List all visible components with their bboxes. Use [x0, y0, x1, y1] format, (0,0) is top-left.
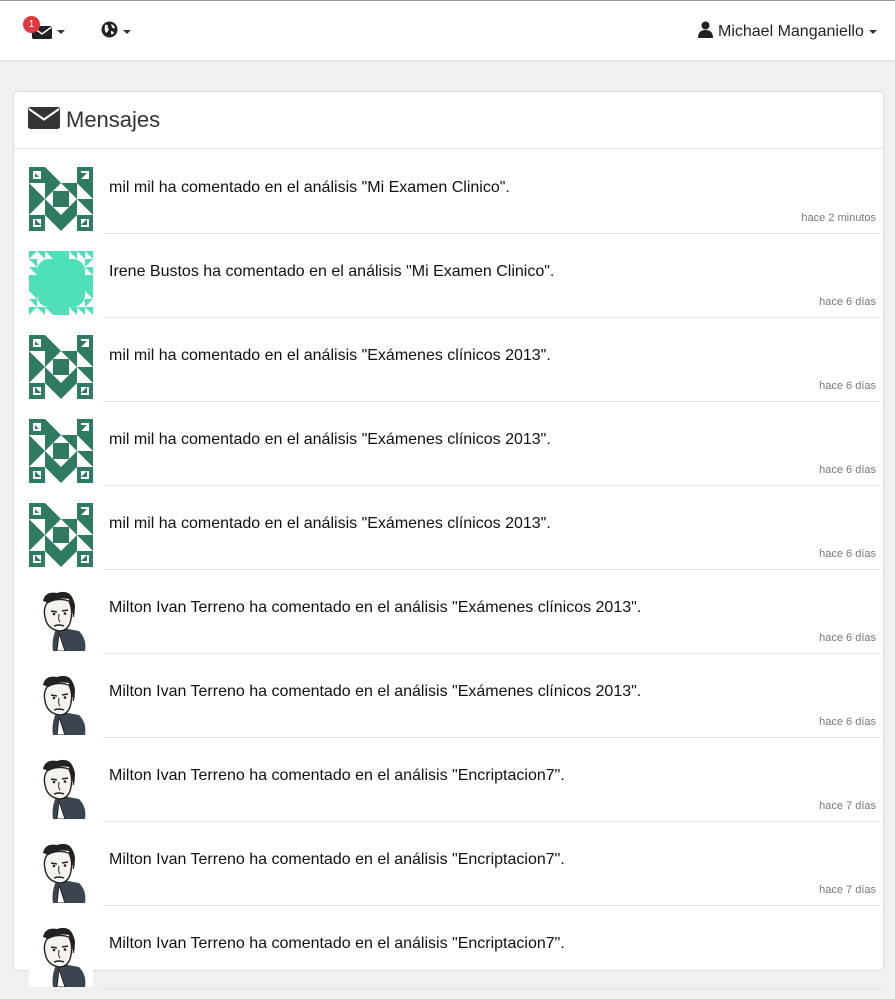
avatar — [29, 503, 93, 567]
user-menu-dropdown[interactable]: Michael Manganiello — [698, 19, 877, 45]
message-body: Milton Ivan Terreno ha comentado en el a… — [103, 831, 881, 906]
avatar — [29, 671, 93, 736]
message-timestamp: hace 6 días — [819, 296, 876, 308]
avatar — [29, 839, 93, 904]
message-timestamp: hace 6 días — [819, 716, 876, 728]
message-item[interactable]: Milton Ivan Terreno ha comentado en el a… — [29, 579, 881, 663]
message-text[interactable]: Milton Ivan Terreno ha comentado en el a… — [109, 599, 641, 617]
message-body: Milton Ivan Terreno ha comentado en el a… — [103, 915, 881, 990]
message-timestamp: hace 7 días — [819, 884, 876, 896]
unread-count-badge: 1 — [23, 16, 40, 33]
message-timestamp: hace 7 días — [819, 800, 876, 812]
globe-icon — [101, 21, 118, 43]
message-text[interactable]: Irene Bustos ha comentado en el análisis… — [109, 263, 554, 281]
message-body: Irene Bustos ha comentado en el análisis… — [103, 243, 881, 318]
message-body: Milton Ivan Terreno ha comentado en el a… — [103, 747, 881, 822]
message-timestamp: hace 6 días — [819, 380, 876, 392]
message-item[interactable]: Milton Ivan Terreno ha comentado en el a… — [29, 831, 881, 915]
page-title: Mensajes — [66, 107, 161, 132]
message-item[interactable]: Irene Bustos ha comentado en el análisis… — [29, 243, 881, 327]
message-text[interactable]: Milton Ivan Terreno ha comentado en el a… — [109, 767, 565, 785]
avatar — [29, 587, 93, 652]
avatar — [29, 419, 93, 483]
message-body: mil mil ha comentado en el análisis "Exá… — [103, 495, 881, 570]
message-item[interactable]: mil mil ha comentado en el análisis "Exá… — [29, 327, 881, 411]
message-timestamp: hace 6 días — [819, 632, 876, 644]
message-body: mil mil ha comentado en el análisis "Exá… — [103, 411, 881, 486]
message-item[interactable]: Milton Ivan Terreno ha comentado en el a… — [29, 747, 881, 831]
message-item[interactable]: mil mil ha comentado en el análisis "Mi … — [29, 159, 881, 243]
message-timestamp: hace 2 minutos — [801, 212, 876, 224]
message-text[interactable]: mil mil ha comentado en el análisis "Exá… — [109, 347, 551, 365]
message-text[interactable]: mil mil ha comentado en el análisis "Exá… — [109, 515, 551, 533]
avatar — [29, 755, 93, 820]
message-timestamp: hace 6 días — [819, 548, 876, 560]
chevron-down-icon — [868, 30, 877, 34]
message-body: Milton Ivan Terreno ha comentado en el a… — [103, 663, 881, 738]
chevron-down-icon — [57, 30, 65, 34]
user-name: Michael Manganiello — [718, 23, 864, 40]
avatar — [29, 167, 93, 231]
chevron-down-icon — [123, 30, 131, 34]
message-item[interactable]: mil mil ha comentado en el análisis "Exá… — [29, 495, 881, 579]
avatar — [29, 335, 93, 399]
message-item[interactable]: Milton Ivan Terreno ha comentado en el a… — [29, 915, 881, 999]
message-item[interactable]: mil mil ha comentado en el análisis "Exá… — [29, 411, 881, 495]
panel-heading: Mensajes — [14, 92, 883, 149]
message-text[interactable]: Milton Ivan Terreno ha comentado en el a… — [109, 683, 641, 701]
message-text[interactable]: mil mil ha comentado en el análisis "Exá… — [109, 431, 551, 449]
message-text[interactable]: Milton Ivan Terreno ha comentado en el a… — [109, 935, 565, 953]
envelope-icon: 1 — [23, 16, 52, 40]
top-navbar: 1 Michael Manganiello — [0, 0, 895, 61]
message-timestamp: hace 6 días — [819, 464, 876, 476]
user-icon — [698, 21, 713, 43]
message-item[interactable]: Milton Ivan Terreno ha comentado en el a… — [29, 663, 881, 747]
language-dropdown[interactable] — [101, 19, 131, 45]
messages-dropdown[interactable]: 1 — [23, 16, 65, 45]
message-body: mil mil ha comentado en el análisis "Exá… — [103, 327, 881, 402]
avatar — [29, 923, 93, 988]
message-text[interactable]: mil mil ha comentado en el análisis "Mi … — [109, 179, 510, 197]
envelope-icon — [28, 106, 60, 135]
message-text[interactable]: Milton Ivan Terreno ha comentado en el a… — [109, 851, 565, 869]
avatar — [29, 251, 93, 315]
message-body: mil mil ha comentado en el análisis "Mi … — [103, 159, 881, 234]
message-body: Milton Ivan Terreno ha comentado en el a… — [103, 579, 881, 654]
messages-panel: Mensajes mil mil ha comentado en el anál… — [13, 91, 884, 990]
